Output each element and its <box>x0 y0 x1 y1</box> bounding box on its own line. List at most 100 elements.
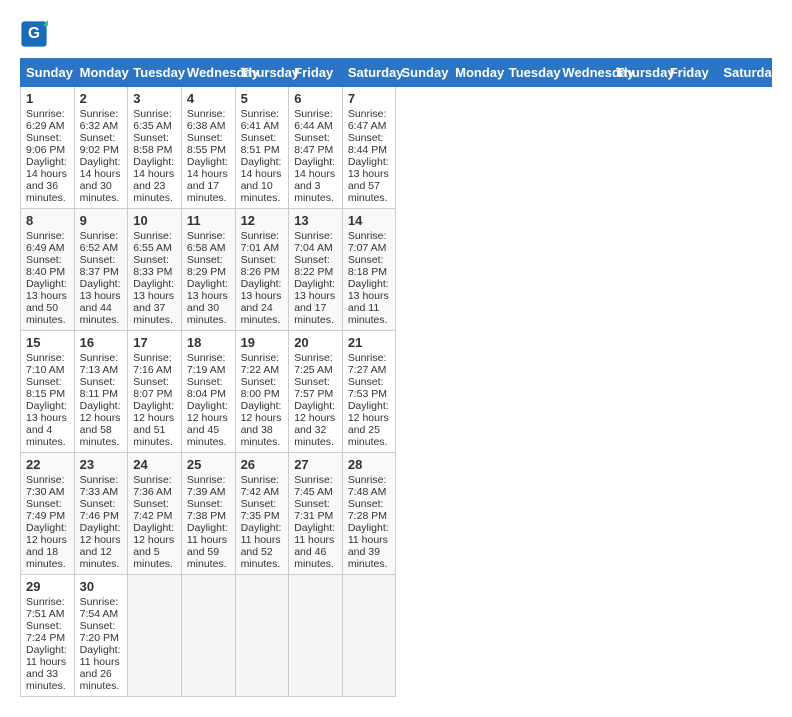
day-info-line: and 57 minutes. <box>348 180 391 204</box>
day-info-line: Sunrise: 6:44 AM <box>294 108 337 132</box>
day-number: 11 <box>187 213 230 228</box>
day-info-line: Sunrise: 6:29 AM <box>26 108 69 132</box>
calendar-cell: 6Sunrise: 6:44 AMSunset: 8:47 PMDaylight… <box>289 87 343 209</box>
calendar-cell: 14Sunrise: 7:07 AMSunset: 8:18 PMDayligh… <box>342 209 396 331</box>
day-info-line: and 39 minutes. <box>348 546 391 570</box>
day-number: 10 <box>133 213 176 228</box>
week-row-4: 22Sunrise: 7:30 AMSunset: 7:49 PMDayligh… <box>21 453 772 575</box>
day-info-line: Daylight: 13 hours <box>348 156 391 180</box>
calendar-cell: 23Sunrise: 7:33 AMSunset: 7:46 PMDayligh… <box>74 453 128 575</box>
day-number: 13 <box>294 213 337 228</box>
day-info-line: Sunrise: 6:35 AM <box>133 108 176 132</box>
day-info-line: Sunset: 7:57 PM <box>294 376 337 400</box>
calendar-cell: 5Sunrise: 6:41 AMSunset: 8:51 PMDaylight… <box>235 87 289 209</box>
calendar-cell: 24Sunrise: 7:36 AMSunset: 7:42 PMDayligh… <box>128 453 182 575</box>
day-info-line: Sunset: 7:35 PM <box>241 498 284 522</box>
week-row-5: 29Sunrise: 7:51 AMSunset: 7:24 PMDayligh… <box>21 575 772 697</box>
day-info-line: Sunset: 7:20 PM <box>80 620 123 644</box>
day-number: 14 <box>348 213 391 228</box>
day-info-line: Sunset: 8:11 PM <box>80 376 123 400</box>
day-info-line: Sunset: 8:37 PM <box>80 254 123 278</box>
day-info-line: Sunrise: 7:07 AM <box>348 230 391 254</box>
day-info-line: Daylight: 12 hours <box>241 400 284 424</box>
day-info-line: Daylight: 13 hours <box>294 278 337 302</box>
week-row-2: 8Sunrise: 6:49 AMSunset: 8:40 PMDaylight… <box>21 209 772 331</box>
day-number: 29 <box>26 579 69 594</box>
day-number: 20 <box>294 335 337 350</box>
day-number: 1 <box>26 91 69 106</box>
day-info-line: Sunrise: 7:01 AM <box>241 230 284 254</box>
week-row-3: 15Sunrise: 7:10 AMSunset: 8:15 PMDayligh… <box>21 331 772 453</box>
day-number: 24 <box>133 457 176 472</box>
calendar-cell: 15Sunrise: 7:10 AMSunset: 8:15 PMDayligh… <box>21 331 75 453</box>
day-info-line: and 45 minutes. <box>187 424 230 448</box>
day-info-line: and 44 minutes. <box>80 302 123 326</box>
day-info-line: Daylight: 11 hours <box>187 522 230 546</box>
day-info-line: Sunrise: 7:45 AM <box>294 474 337 498</box>
day-info-line: Daylight: 14 hours <box>26 156 69 180</box>
day-info-line: and 38 minutes. <box>241 424 284 448</box>
day-info-line: Daylight: 12 hours <box>133 522 176 546</box>
day-info-line: Sunset: 8:07 PM <box>133 376 176 400</box>
day-number: 25 <box>187 457 230 472</box>
day-info-line: Sunrise: 7:27 AM <box>348 352 391 376</box>
day-number: 19 <box>241 335 284 350</box>
day-info-line: Sunrise: 7:22 AM <box>241 352 284 376</box>
day-info-line: Sunset: 8:00 PM <box>241 376 284 400</box>
day-info-line: and 4 minutes. <box>26 424 69 448</box>
day-info-line: Daylight: 12 hours <box>294 400 337 424</box>
day-info-line: Sunset: 7:53 PM <box>348 376 391 400</box>
day-info-line: and 32 minutes. <box>294 424 337 448</box>
calendar-cell: 29Sunrise: 7:51 AMSunset: 7:24 PMDayligh… <box>21 575 75 697</box>
page-header: G <box>20 20 772 48</box>
calendar-cell: 28Sunrise: 7:48 AMSunset: 7:28 PMDayligh… <box>342 453 396 575</box>
day-header-saturday: Saturday <box>342 59 396 87</box>
day-number: 30 <box>80 579 123 594</box>
day-number: 16 <box>80 335 123 350</box>
calendar-cell: 1Sunrise: 6:29 AMSunset: 9:06 PMDaylight… <box>21 87 75 209</box>
day-info-line: Sunset: 8:55 PM <box>187 132 230 156</box>
day-info-line: Daylight: 14 hours <box>133 156 176 180</box>
day-number: 5 <box>241 91 284 106</box>
day-info-line: Sunrise: 7:39 AM <box>187 474 230 498</box>
day-info-line: Sunset: 8:33 PM <box>133 254 176 278</box>
calendar-cell: 19 Sunrise: 7:22 AMSunset: 8:00 PMDayligh… <box>235 331 289 453</box>
day-info-line: Sunset: 7:31 PM <box>294 498 337 522</box>
day-info-line: Sunrise: 6:47 AM <box>348 108 391 132</box>
day-info-line: and 12 minutes. <box>80 546 123 570</box>
day-info-line: Daylight: 12 hours <box>80 522 123 546</box>
day-info-line: Sunset: 8:40 PM <box>26 254 69 278</box>
day-info-line: Sunrise: 7:04 AM <box>294 230 337 254</box>
day-info-line: Sunrise: 7:25 AM <box>294 352 337 376</box>
day-header-thursday: Thursday <box>235 59 289 87</box>
day-info-line: and 17 minutes. <box>294 302 337 326</box>
day-info-line: Sunrise: 7:33 AM <box>80 474 123 498</box>
day-info-line: and 51 minutes. <box>133 424 176 448</box>
day-info-line: Daylight: 13 hours <box>187 278 230 302</box>
calendar-cell <box>289 575 343 697</box>
day-info-line: Daylight: 14 hours <box>294 156 337 180</box>
day-header-sunday: Sunday <box>21 59 75 87</box>
calendar-cell: 3Sunrise: 6:35 AMSunset: 8:58 PMDaylight… <box>128 87 182 209</box>
day-info-line: Daylight: 14 hours <box>187 156 230 180</box>
day-info-line: Sunrise: 7:48 AM <box>348 474 391 498</box>
day-info-line: Sunset: 7:24 PM <box>26 620 69 644</box>
logo: G <box>20 20 52 48</box>
day-info-line: Sunrise: 7:16 AM <box>133 352 176 376</box>
calendar-cell: 13Sunrise: 7:04 AMSunset: 8:22 PMDayligh… <box>289 209 343 331</box>
day-info-line: Daylight: 11 hours <box>294 522 337 546</box>
day-info-line: and 3 minutes. <box>294 180 337 204</box>
day-info-line: Daylight: 11 hours <box>241 522 284 546</box>
day-info-line: Sunrise: 6:38 AM <box>187 108 230 132</box>
day-info-line: Sunset: 7:42 PM <box>133 498 176 522</box>
calendar-cell <box>342 575 396 697</box>
day-info-line: Sunset: 8:18 PM <box>348 254 391 278</box>
day-info-line: and 24 minutes. <box>241 302 284 326</box>
day-number: 8 <box>26 213 69 228</box>
day-info-line: Sunset: 8:44 PM <box>348 132 391 156</box>
day-info-line: Daylight: 11 hours <box>26 644 69 668</box>
calendar-cell: 22Sunrise: 7:30 AMSunset: 7:49 PMDayligh… <box>21 453 75 575</box>
day-header-thursday: Thursday <box>611 59 665 87</box>
calendar-cell: 7Sunrise: 6:47 AMSunset: 8:44 PMDaylight… <box>342 87 396 209</box>
day-header-saturday: Saturday <box>718 59 772 87</box>
